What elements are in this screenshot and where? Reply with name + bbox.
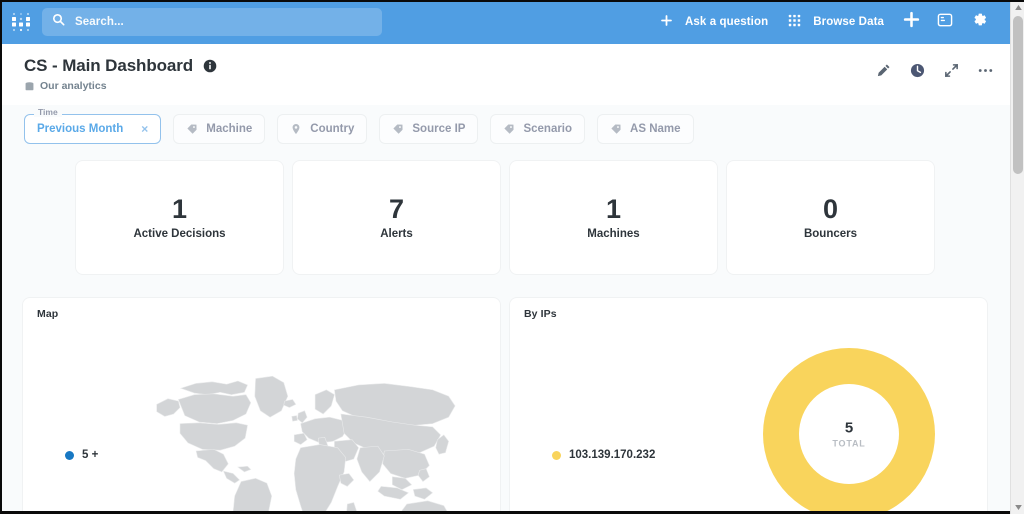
world-map-svg — [156, 375, 456, 514]
vertical-scrollbar[interactable] — [1010, 0, 1024, 514]
filter-source-ip[interactable]: Source IP — [379, 114, 479, 144]
ask-a-question-button[interactable]: Ask a question — [650, 7, 778, 37]
map-card-title: Map — [37, 308, 59, 320]
browse-data-button[interactable]: Browse Data — [778, 7, 894, 37]
by-ips-legend-swatch — [552, 450, 561, 460]
plus-icon — [660, 14, 679, 30]
ask-a-question-label: Ask a question — [685, 16, 769, 28]
caret-up-icon[interactable] — [1011, 0, 1024, 14]
tag-icon — [392, 123, 404, 135]
tag-icon — [503, 123, 515, 135]
more-options-button[interactable] — [974, 62, 996, 84]
metabase-dots-logo[interactable] — [8, 9, 34, 35]
donut-center-label: 5 TOTAL — [832, 420, 865, 448]
navbar-actions: Ask a question Browse Data — [650, 7, 1000, 37]
filter-machine[interactable]: Machine — [173, 114, 266, 144]
filter-scenario[interactable]: Scenario — [490, 114, 586, 144]
filter-scenario-label: Scenario — [523, 123, 573, 135]
by-ips-card[interactable]: By IPs 103.139.170.232 5 TOTAL — [509, 297, 988, 514]
search-input[interactable] — [73, 15, 372, 29]
location-pin-icon — [290, 123, 302, 135]
world-map-visualization[interactable] — [143, 330, 500, 514]
clock-icon — [910, 63, 925, 83]
filter-as-name[interactable]: AS Name — [597, 114, 694, 144]
donut-total-value: 5 — [844, 419, 854, 437]
fullscreen-button[interactable] — [940, 62, 962, 84]
tag-icon — [186, 123, 198, 135]
page-title: CS - Main Dashboard — [24, 56, 194, 75]
scalar-card-machines[interactable]: 1 Machines — [509, 160, 718, 275]
info-circle-icon[interactable] — [203, 59, 217, 73]
scalar-value: 0 — [822, 193, 839, 224]
console-button[interactable] — [928, 7, 962, 37]
map-legend: 5 + — [23, 449, 98, 461]
terminal-icon — [937, 12, 953, 33]
scalar-card-bouncers[interactable]: 0 Bouncers — [726, 160, 935, 275]
scalar-value: 1 — [171, 193, 188, 224]
settings-button[interactable] — [962, 7, 996, 37]
edit-dashboard-button[interactable] — [872, 62, 894, 84]
plus-icon — [903, 11, 920, 33]
ellipsis-icon — [977, 62, 994, 84]
scrollbar-thumb[interactable] — [1013, 16, 1023, 174]
pencil-icon — [876, 63, 891, 83]
dashboard-header-actions — [872, 56, 996, 84]
new-item-button[interactable] — [894, 7, 928, 37]
filter-country-label: Country — [310, 123, 355, 135]
breadcrumb[interactable]: Our analytics — [24, 80, 217, 92]
scalar-card-active-decisions[interactable]: 1 Active Decisions — [75, 160, 284, 275]
donut-total-label: TOTAL — [832, 437, 866, 448]
top-navbar: Ask a question Brows — [0, 0, 1010, 44]
filter-time-value: Previous Month — [37, 123, 124, 135]
expand-arrows-icon — [944, 63, 959, 83]
map-legend-label: 5 + — [82, 449, 99, 461]
map-card[interactable]: Map 5 + — [22, 297, 501, 514]
tag-icon — [610, 123, 622, 135]
grid-icon — [788, 14, 807, 30]
filter-as-name-label: AS Name — [630, 123, 681, 135]
filter-time[interactable]: Time Previous Month × — [24, 108, 162, 144]
dashboard-grid: 1 Active Decisions 7 Alerts 1 Machines 0… — [0, 160, 1010, 514]
by-ips-legend[interactable]: 103.139.170.232 — [510, 449, 655, 461]
metabase-dashboard-page: Ask a question Brows — [0, 0, 1024, 514]
dashboard-filter-bar: Time Previous Month × Machine Country So… — [0, 105, 1010, 153]
donut-chart[interactable]: 5 TOTAL — [753, 338, 945, 514]
window-left-edge — [0, 0, 2, 514]
search-box[interactable] — [42, 8, 382, 36]
scalar-value: 7 — [388, 193, 405, 224]
scalar-label: Bouncers — [803, 228, 858, 241]
filter-source-ip-label: Source IP — [412, 123, 466, 135]
by-ips-card-title: By IPs — [524, 308, 557, 320]
scalar-label: Machines — [587, 228, 640, 241]
caret-down-icon[interactable] — [1011, 500, 1024, 514]
scalar-card-alerts[interactable]: 7 Alerts — [292, 160, 501, 275]
filter-time-legend: Time — [34, 108, 62, 117]
search-icon — [52, 13, 73, 31]
scalar-label: Active Decisions — [133, 228, 226, 241]
by-ips-card-body: 103.139.170.232 5 TOTAL — [510, 324, 987, 514]
dashboard-title-block: CS - Main Dashboard Our analytics — [24, 56, 217, 92]
breadcrumb-collection-label: Our analytics — [40, 80, 107, 92]
filter-time-clear-icon[interactable]: × — [141, 123, 148, 135]
filter-machine-label: Machine — [206, 123, 253, 135]
by-ips-legend-label: 103.139.170.232 — [569, 449, 656, 461]
scalar-value: 1 — [605, 193, 622, 224]
scalar-label: Alerts — [380, 228, 413, 241]
browse-data-label: Browse Data — [813, 16, 884, 28]
chart-cards-row: Map 5 + By IPs 103.139.170.232 5 TOTAL — [0, 297, 1010, 514]
scalar-cards-row: 1 Active Decisions 7 Alerts 1 Machines 0… — [0, 160, 1010, 275]
collection-icon — [24, 81, 35, 92]
map-legend-swatch — [65, 450, 74, 460]
window-top-edge — [0, 0, 1024, 2]
filter-country[interactable]: Country — [277, 114, 368, 144]
dashboard-header: CS - Main Dashboard Our analytics — [0, 44, 1010, 105]
map-card-body: 5 + — [23, 324, 500, 514]
revision-history-button[interactable] — [906, 62, 928, 84]
title-row: CS - Main Dashboard — [24, 56, 217, 76]
gear-icon — [971, 11, 988, 33]
